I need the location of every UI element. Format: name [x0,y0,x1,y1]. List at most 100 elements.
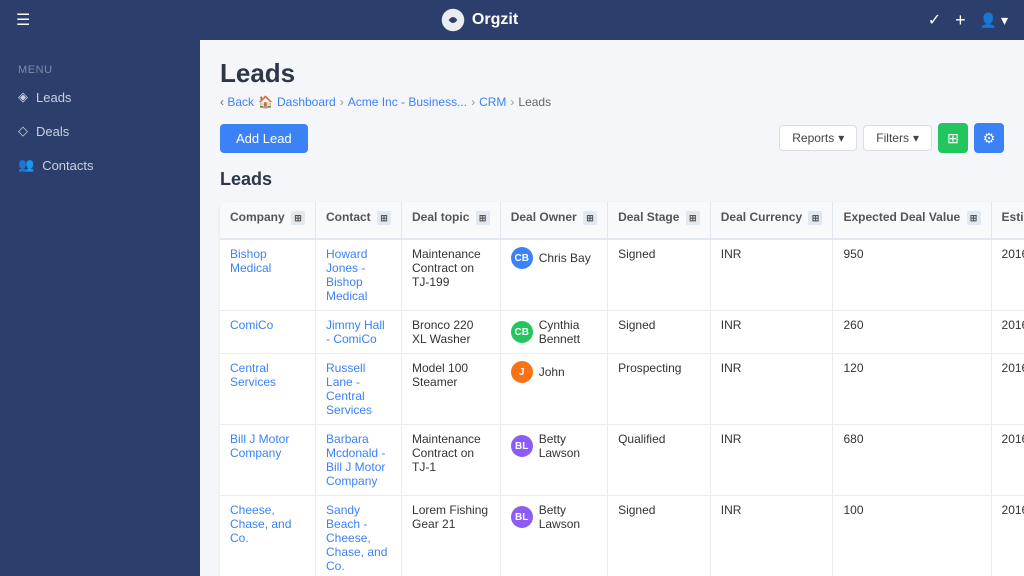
contact-link[interactable]: Sandy Beach - Cheese, Chase, and Co. [326,503,387,573]
cell-deal-owner: J John [500,354,607,425]
cell-deal-stage: Prospecting [608,354,711,425]
table-row: Cheese, Chase, and Co. Sandy Beach - Che… [220,496,1024,576]
check-icon[interactable]: ✓ [928,10,941,30]
sidebar-item-deals[interactable]: ◇ Deals [0,114,200,148]
table-row: Central Services Russell Lane - Central … [220,354,1024,425]
chevron-down-icon-2: ▾ [913,131,919,145]
sidebar-contacts-label: Contacts [42,158,93,173]
deal-topic-filter-icon[interactable]: ⊞ [476,211,490,225]
company-filter-icon[interactable]: ⊞ [291,211,305,225]
settings-button[interactable]: ⚙ [974,123,1004,153]
cell-close-date: 2016-08-07 [991,496,1024,576]
breadcrumb-back[interactable]: ‹ Back [220,95,254,109]
owner-name: Betty Lawson [539,503,597,531]
deals-icon: ◇ [18,123,28,139]
company-link[interactable]: Bishop Medical [230,247,271,275]
app-logo: Orgzit [440,7,518,33]
leads-table: Company ⊞ Contact ⊞ Deal topic ⊞ Deal Ow… [220,202,1024,576]
deal-owner-filter-icon[interactable]: ⊞ [583,211,597,225]
avatar: CB [511,247,533,269]
grid-view-button[interactable]: ⊞ [938,123,968,153]
table-row: ComiCo Jimmy Hall - ComiCo Bronco 220 XL… [220,311,1024,354]
contact-link[interactable]: Howard Jones - Bishop Medical [326,247,367,303]
cell-currency: INR [710,496,833,576]
cell-deal-owner: BL Betty Lawson [500,496,607,576]
cell-currency: INR [710,311,833,354]
hamburger-icon[interactable]: ☰ [16,10,30,30]
cell-deal-stage: Signed [608,311,711,354]
sidebar-leads-label: Leads [36,90,71,105]
owner-name: Chris Bay [539,251,591,265]
contact-filter-icon[interactable]: ⊞ [377,211,391,225]
breadcrumb-acme[interactable]: Acme Inc - Business... [348,95,467,109]
contact-link[interactable]: Jimmy Hall - ComiCo [326,318,385,346]
cell-contact: Jimmy Hall - ComiCo [316,311,402,354]
cell-deal-stage: Qualified [608,425,711,496]
col-company: Company ⊞ [220,202,316,239]
leads-icon: ◈ [18,89,28,105]
cell-contact: Barbara Mcdonald - Bill J Motor Company [316,425,402,496]
reports-button[interactable]: Reports ▾ [779,125,857,151]
cell-company: Central Services [220,354,316,425]
breadcrumb-leads: Leads [518,95,551,109]
sep3: › [471,95,475,109]
currency-filter-icon[interactable]: ⊞ [808,211,822,225]
breadcrumb-crm[interactable]: CRM [479,95,506,109]
sep1: 🏠 [258,95,273,109]
cell-currency: INR [710,239,833,311]
toolbar-right: Reports ▾ Filters ▾ ⊞ ⚙ [779,123,1004,153]
contact-link[interactable]: Barbara Mcdonald - Bill J Motor Company [326,432,385,488]
main-content: Leads ‹ Back 🏠 Dashboard › Acme Inc - Bu… [200,40,1024,576]
cell-deal-topic: Maintenance Contract on TJ-199 [402,239,501,311]
toolbar: Add Lead Reports ▾ Filters ▾ ⊞ ⚙ [220,123,1004,153]
avatar: CB [511,321,533,343]
col-currency: Deal Currency ⊞ [710,202,833,239]
cell-close-date: 2016-03-11 [991,239,1024,311]
deal-stage-filter-icon[interactable]: ⊞ [686,211,700,225]
company-link[interactable]: Central Services [230,361,276,389]
col-close-date: Estimated Close Date ⊞ [991,202,1024,239]
cell-deal-topic: Model 100 Steamer [402,354,501,425]
breadcrumb-dashboard[interactable]: Dashboard [277,95,336,109]
cell-company: ComiCo [220,311,316,354]
owner-name: Betty Lawson [539,432,597,460]
company-link[interactable]: Bill J Motor Company [230,432,289,460]
sidebar: Menu ◈ Leads ◇ Deals 👥 Contacts [0,40,200,576]
reports-label: Reports [792,131,834,145]
cell-currency: INR [710,354,833,425]
cell-deal-topic: Lorem Fishing Gear 21 [402,496,501,576]
cell-expected-value: 100 [833,496,991,576]
col-expected-value: Expected Deal Value ⊞ [833,202,991,239]
toolbar-left: Add Lead [220,124,308,153]
contacts-icon: 👥 [18,157,34,173]
add-icon[interactable]: + [955,10,966,31]
filters-button[interactable]: Filters ▾ [863,125,932,151]
cell-deal-owner: CB Chris Bay [500,239,607,311]
sidebar-item-leads[interactable]: ◈ Leads [0,80,200,114]
chevron-down-icon: ▾ [838,131,844,145]
cell-close-date: 2016-07-24 [991,425,1024,496]
company-link[interactable]: Cheese, Chase, and Co. [230,503,291,545]
contact-link[interactable]: Russell Lane - Central Services [326,361,372,417]
cell-expected-value: 950 [833,239,991,311]
app-body: Menu ◈ Leads ◇ Deals 👥 Contacts Leads ‹ … [0,40,1024,576]
cell-deal-topic: Bronco 220 XL Washer [402,311,501,354]
section-title: Leads [220,169,1004,190]
app-name: Orgzit [472,11,518,29]
cell-contact: Howard Jones - Bishop Medical [316,239,402,311]
add-lead-button[interactable]: Add Lead [220,124,308,153]
cell-company: Bishop Medical [220,239,316,311]
cell-deal-owner: CB Cynthia Bennett [500,311,607,354]
sidebar-item-contacts[interactable]: 👥 Contacts [0,148,200,182]
sep2: › [340,95,344,109]
sep4: › [510,95,514,109]
table-row: Bishop Medical Howard Jones - Bishop Med… [220,239,1024,311]
expected-value-filter-icon[interactable]: ⊞ [967,211,981,225]
user-icon[interactable]: 👤 ▾ [980,12,1008,29]
company-link[interactable]: ComiCo [230,318,273,332]
col-deal-topic: Deal topic ⊞ [402,202,501,239]
gear-icon: ⚙ [983,130,996,147]
cell-contact: Sandy Beach - Cheese, Chase, and Co. [316,496,402,576]
cell-deal-stage: Signed [608,496,711,576]
cell-expected-value: 260 [833,311,991,354]
